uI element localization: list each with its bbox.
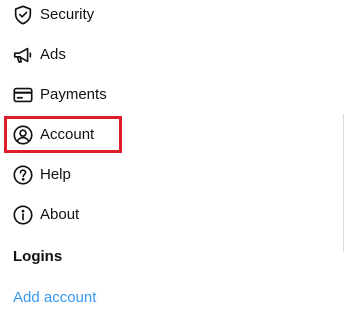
menu-item-label: About [40,206,80,223]
menu-item-ads[interactable]: Ads [0,35,346,75]
menu-item-security[interactable]: Security [0,0,346,35]
menu-item-about[interactable]: About [0,195,346,235]
add-account-link[interactable]: Add account [13,289,96,307]
menu-item-payments[interactable]: Payments [0,75,346,115]
info-circle-icon [12,204,34,226]
menu-item-label: Help [40,166,71,183]
menu-item-help[interactable]: Help [0,155,346,195]
account-circle-icon [12,124,34,146]
menu-item-label: Ads [40,46,66,63]
shield-check-icon [12,4,34,26]
logins-section-title: Logins [13,248,63,265]
help-circle-icon [12,164,34,186]
megaphone-icon [12,44,34,66]
menu-item-label: Payments [40,86,107,103]
menu-item-account[interactable]: Account [0,115,346,155]
right-panel-edge [343,114,344,252]
credit-card-icon [12,84,34,106]
menu-item-label: Security [40,6,95,23]
menu-item-label: Account [40,126,95,143]
